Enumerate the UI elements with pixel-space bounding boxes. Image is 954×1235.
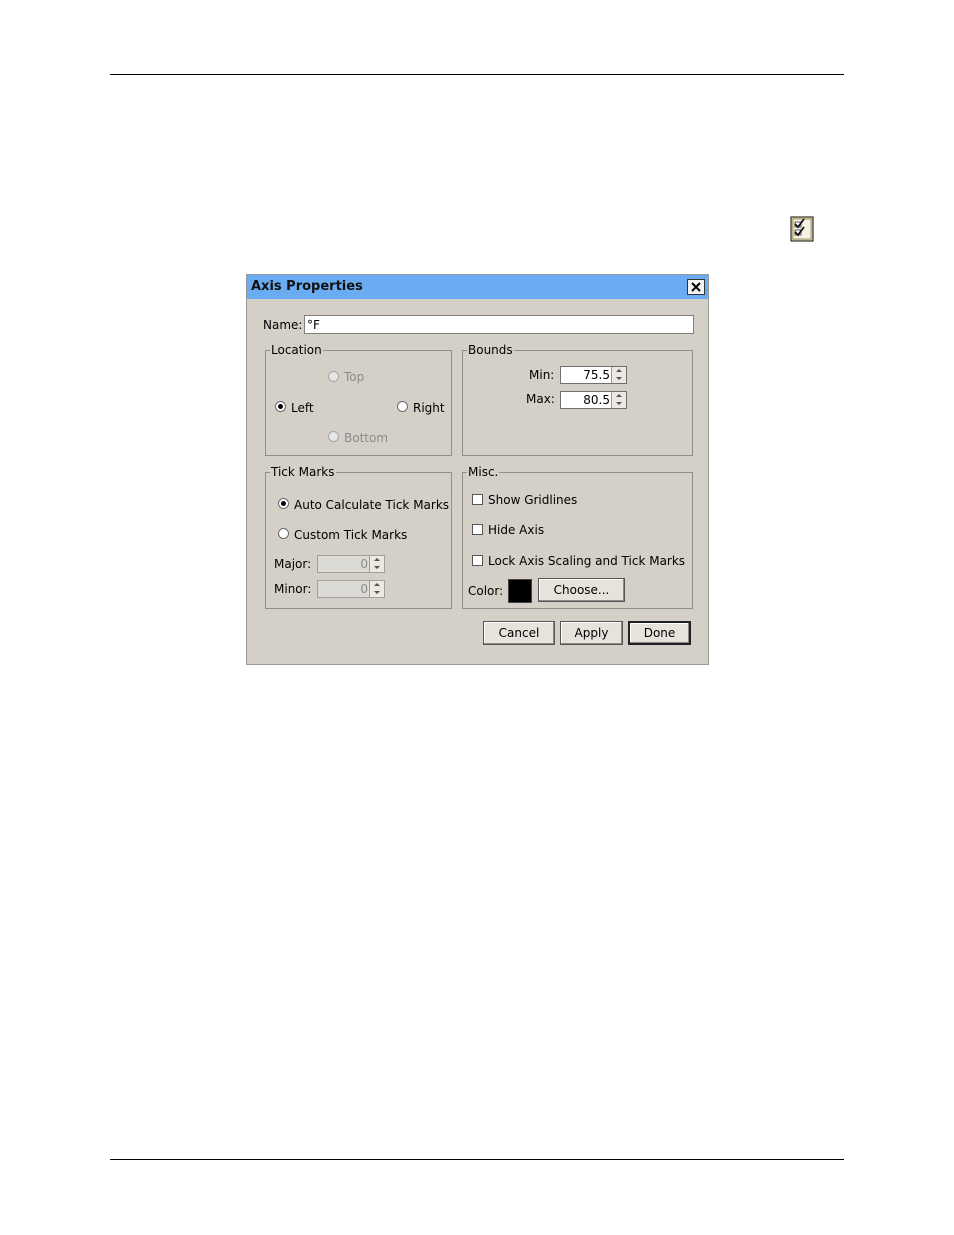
location-legend: Location	[271, 343, 322, 357]
max-spinner[interactable]: 80.5	[560, 391, 627, 409]
max-value: 80.5	[583, 393, 610, 407]
name-label: Name:	[263, 318, 303, 332]
location-top-label: Top	[344, 370, 365, 384]
min-spinner[interactable]: 75.5	[560, 366, 627, 384]
checklist-icon	[790, 216, 814, 242]
minor-value: 0	[360, 582, 368, 596]
dialog-title: Axis Properties	[251, 279, 363, 294]
custom-tick-marks-label: Custom Tick Marks	[294, 528, 408, 542]
close-icon	[691, 282, 701, 292]
major-spinner-arrows[interactable]	[369, 556, 384, 572]
lock-axis-checkbox[interactable]	[472, 555, 483, 566]
misc-legend: Misc.	[468, 465, 499, 479]
hide-axis-checkbox[interactable]	[472, 524, 483, 535]
location-left-radio[interactable]	[275, 401, 286, 412]
location-bottom-label: Bottom	[344, 431, 389, 445]
cancel-button[interactable]: Cancel	[483, 621, 555, 645]
max-spinner-arrows[interactable]	[611, 392, 626, 408]
name-input[interactable]	[304, 315, 694, 334]
dialog-titlebar[interactable]: Axis Properties	[247, 275, 708, 299]
minor-spinner-arrows[interactable]	[369, 581, 384, 597]
apply-button[interactable]: Apply	[560, 621, 623, 645]
major-spinner[interactable]: 0	[317, 555, 385, 573]
show-gridlines-label: Show Gridlines	[488, 493, 578, 507]
axis-properties-dialog: Axis Properties Name: Location Top Left …	[246, 274, 709, 665]
major-label: Major:	[274, 557, 312, 571]
auto-tick-marks-label: Auto Calculate Tick Marks	[294, 498, 450, 512]
location-top-radio[interactable]	[328, 371, 339, 382]
show-gridlines-checkbox[interactable]	[472, 494, 483, 505]
color-label: Color:	[468, 584, 504, 598]
location-bottom-radio[interactable]	[328, 431, 339, 442]
min-spinner-arrows[interactable]	[611, 367, 626, 383]
tick-marks-legend: Tick Marks	[271, 465, 335, 479]
auto-tick-marks-radio[interactable]	[278, 498, 289, 509]
max-label: Max:	[526, 392, 555, 406]
close-button[interactable]	[687, 279, 705, 295]
min-value: 75.5	[583, 368, 610, 382]
footer-rule	[110, 1159, 844, 1160]
minor-label: Minor:	[274, 582, 312, 596]
header-rule	[110, 74, 844, 75]
lock-axis-label: Lock Axis Scaling and Tick Marks	[488, 554, 686, 568]
hide-axis-label: Hide Axis	[488, 523, 545, 537]
color-swatch[interactable]	[508, 579, 532, 603]
min-label: Min:	[529, 368, 555, 382]
choose-color-button[interactable]: Choose...	[538, 578, 625, 602]
done-button[interactable]: Done	[628, 621, 691, 645]
location-left-label: Left	[291, 401, 314, 415]
custom-tick-marks-radio[interactable]	[278, 528, 289, 539]
location-right-label: Right	[413, 401, 445, 415]
location-right-radio[interactable]	[397, 401, 408, 412]
major-value: 0	[360, 557, 368, 571]
bounds-legend: Bounds	[468, 343, 513, 357]
minor-spinner[interactable]: 0	[317, 580, 385, 598]
